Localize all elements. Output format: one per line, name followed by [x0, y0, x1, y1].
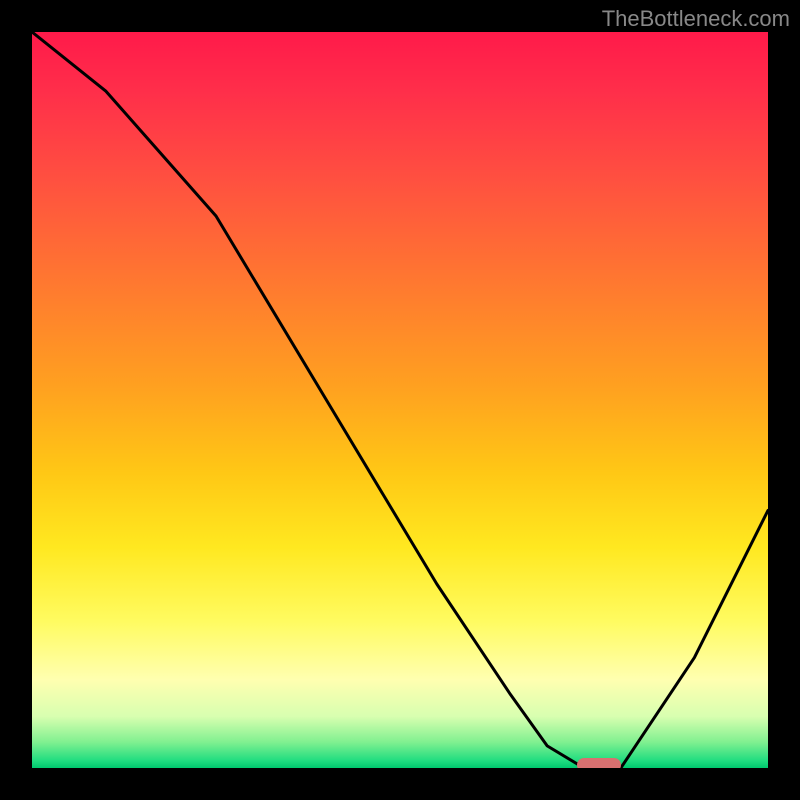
- bottleneck-curve-svg: [32, 32, 768, 768]
- watermark-text: TheBottleneck.com: [602, 6, 790, 32]
- optimal-point-marker: [577, 758, 621, 768]
- plot-area: [32, 32, 768, 768]
- bottleneck-curve-path: [32, 32, 768, 768]
